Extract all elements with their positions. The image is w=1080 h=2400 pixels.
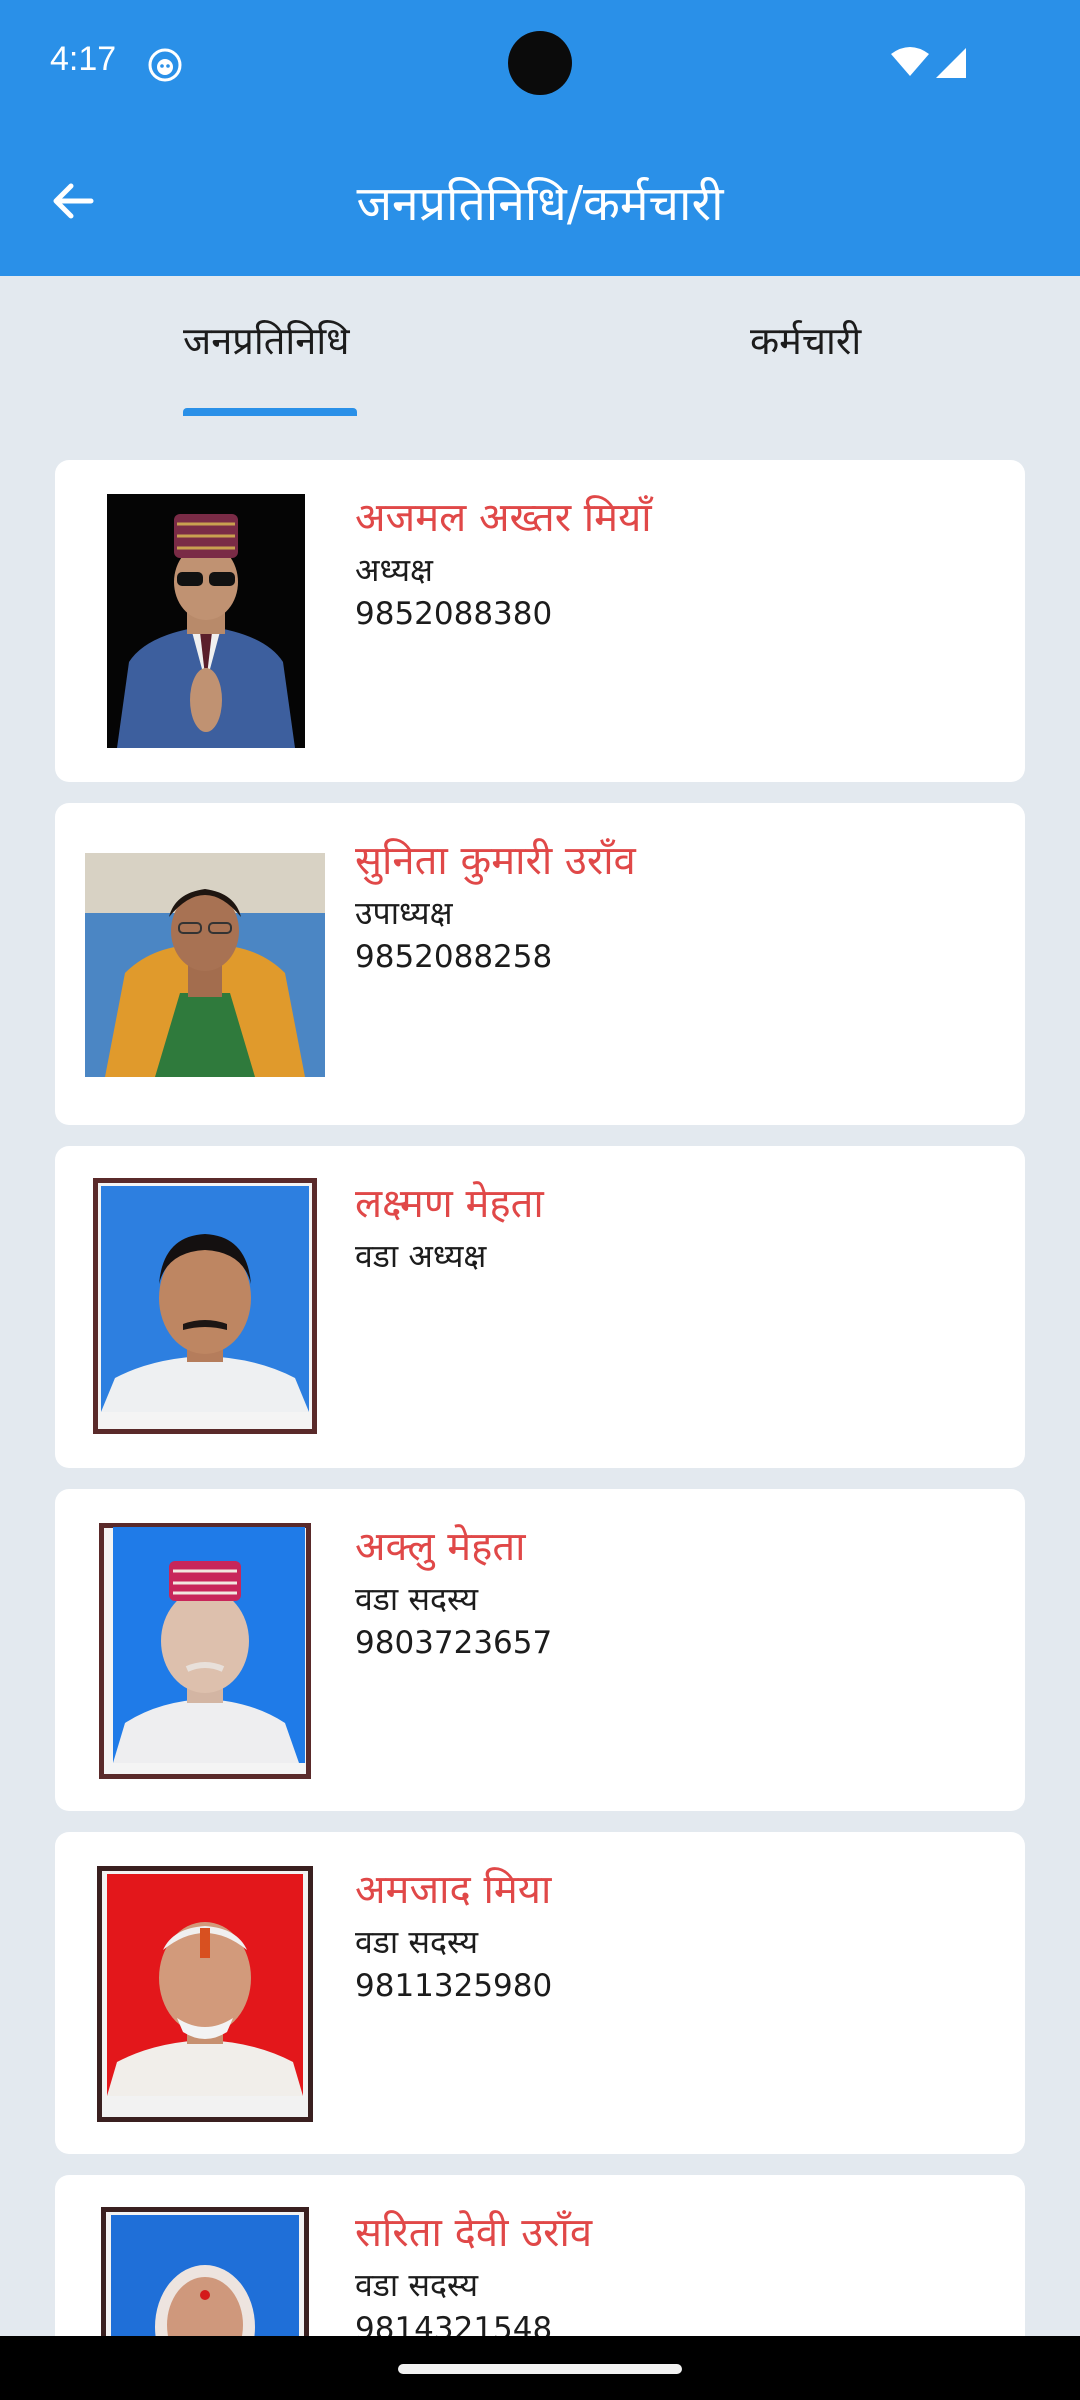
representative-list[interactable]: अजमल अख्तर मियाँ अध्यक्ष 9852088380 सुनि… xyxy=(55,460,1025,2336)
representative-role: अध्यक्ष xyxy=(355,551,433,589)
representative-phone[interactable]: 9803723657 xyxy=(355,1625,552,1661)
representative-role: वडा सदस्य xyxy=(355,1580,479,1618)
representative-name: अमजाद मिया xyxy=(355,1867,552,1913)
representative-role: वडा सदस्य xyxy=(355,1923,479,1961)
tab-bar: जनप्रतिनिधि कर्मचारी xyxy=(0,276,1080,416)
representative-phone[interactable]: 9814321548 xyxy=(355,2311,552,2336)
app-bar: जनप्रतिनिधि/कर्मचारी xyxy=(0,128,1080,276)
representative-phone[interactable]: 9852088258 xyxy=(355,939,552,975)
signal-icon xyxy=(932,46,968,80)
list-item[interactable]: लक्ष्मण मेहता वडा अध्यक्ष xyxy=(55,1146,1025,1468)
avatar xyxy=(97,1866,313,2122)
app-notification-icon xyxy=(148,48,182,82)
tab-employees[interactable]: कर्मचारी xyxy=(750,314,861,366)
tab-representatives[interactable]: जनप्रतिनिधि xyxy=(183,314,350,366)
back-button[interactable] xyxy=(34,164,112,242)
representative-phone[interactable]: 9852088380 xyxy=(355,596,552,632)
representative-name: सुनिता कुमारी उराँव xyxy=(355,838,636,884)
representative-role: वडा सदस्य xyxy=(355,2266,479,2304)
representative-name: अक्लु मेहता xyxy=(355,1524,526,1570)
avatar xyxy=(107,494,305,748)
list-item[interactable]: सुनिता कुमारी उराँव उपाध्यक्ष 9852088258 xyxy=(55,803,1025,1125)
list-item[interactable]: सरिता देवी उराँव वडा सदस्य 9814321548 xyxy=(55,2175,1025,2336)
list-item[interactable]: अक्लु मेहता वडा सदस्य 9803723657 xyxy=(55,1489,1025,1811)
representative-name: अजमल अख्तर मियाँ xyxy=(355,495,652,541)
representative-name: लक्ष्मण मेहता xyxy=(355,1181,544,1227)
avatar xyxy=(85,853,325,1077)
home-gesture-handle[interactable] xyxy=(398,2364,682,2374)
representative-role: उपाध्यक्ष xyxy=(355,894,453,932)
representative-phone[interactable]: 9811325980 xyxy=(355,1968,552,2004)
list-item[interactable]: अमजाद मिया वडा सदस्य 9811325980 xyxy=(55,1832,1025,2154)
system-navigation-bar xyxy=(0,2336,1080,2400)
avatar xyxy=(99,1523,311,1779)
status-bar: 4:17 xyxy=(0,0,1080,128)
tab-selected-indicator xyxy=(183,408,357,416)
list-item[interactable]: अजमल अख्तर मियाँ अध्यक्ष 9852088380 xyxy=(55,460,1025,782)
arrow-left-icon xyxy=(49,177,97,229)
avatar xyxy=(101,2207,309,2336)
status-time: 4:17 xyxy=(50,40,117,78)
wifi-icon xyxy=(890,46,930,78)
representative-name: सरिता देवी उराँव xyxy=(355,2210,593,2256)
representative-role: वडा अध्यक्ष xyxy=(355,1237,487,1275)
page-title: जनप्रतिनिधि/कर्मचारी xyxy=(356,176,724,232)
camera-cutout xyxy=(508,31,572,95)
avatar xyxy=(93,1178,317,1434)
